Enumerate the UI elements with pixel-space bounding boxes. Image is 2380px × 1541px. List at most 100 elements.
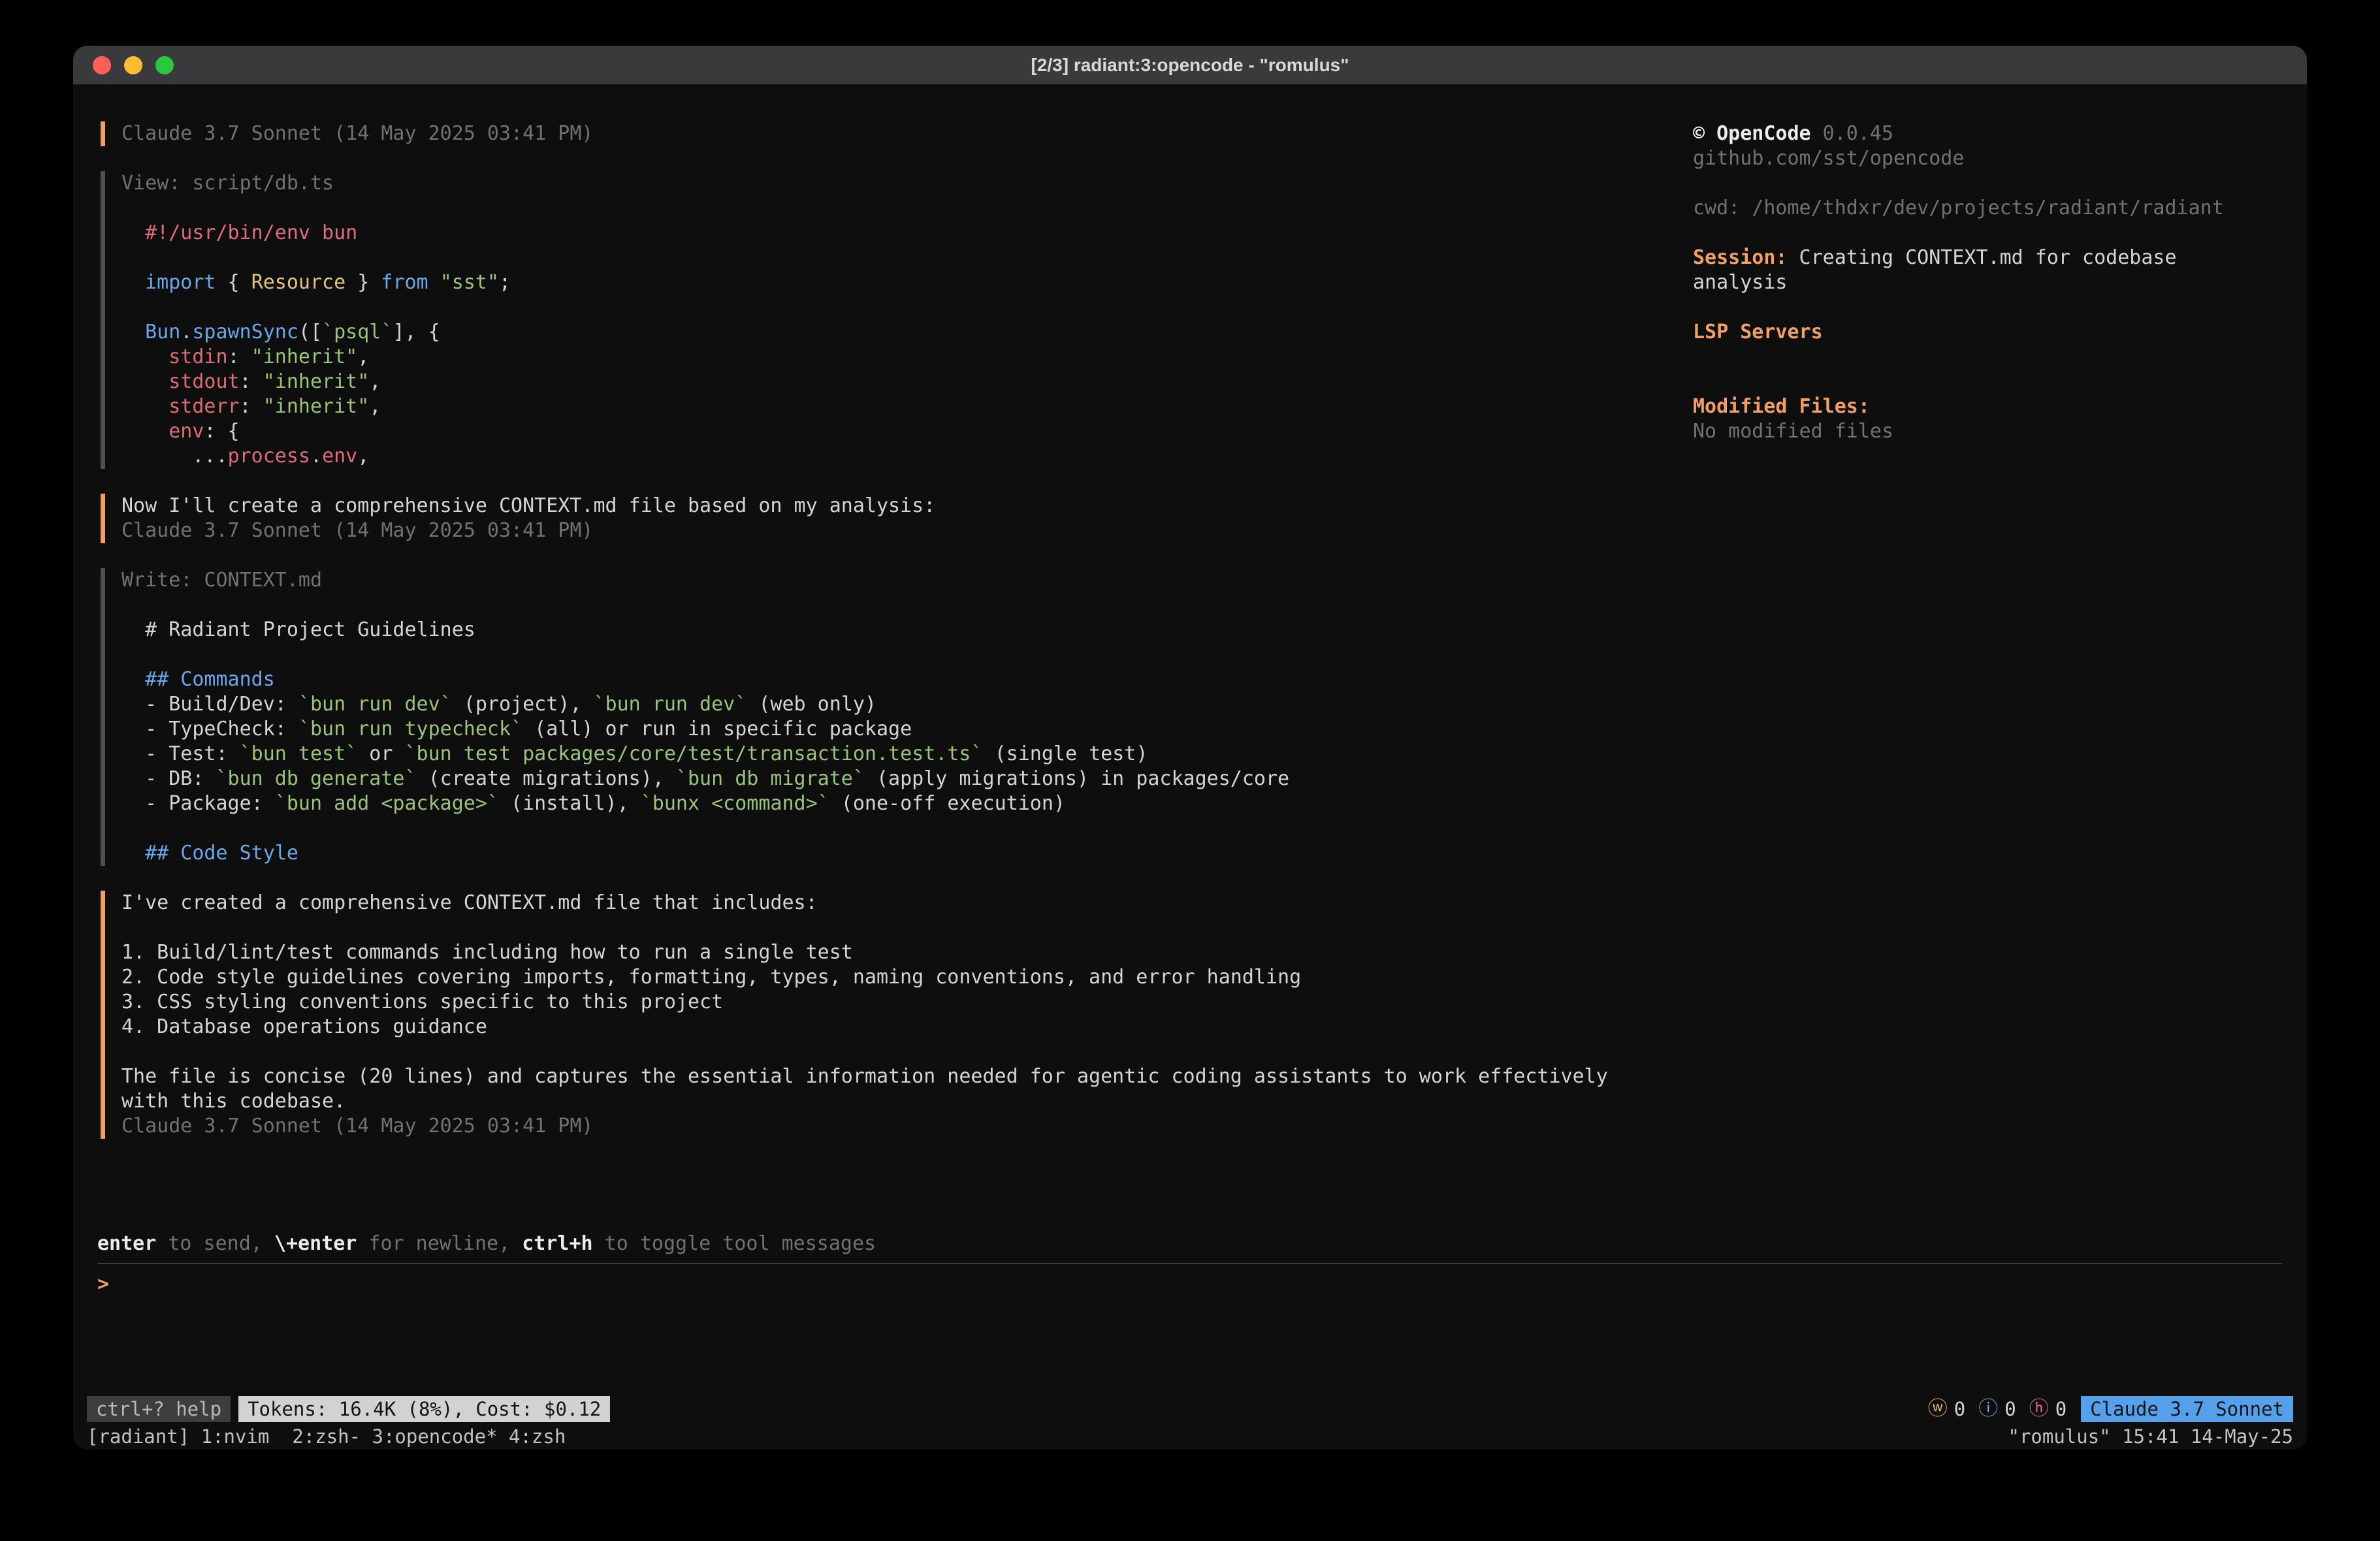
tmux-session-windows[interactable]: [radiant] 1:nvim 2:zsh- 3:opencode* 4:zs… [87, 1424, 566, 1449]
text-segment: - TypeCheck: [121, 718, 298, 740]
zoom-window-button[interactable] [155, 56, 174, 74]
text-segment [121, 395, 169, 418]
model-badge[interactable]: Claude 3.7 Sonnet [2081, 1396, 2293, 1422]
app-version: 0.0.45 [1823, 122, 1893, 145]
terminal-line [121, 295, 1693, 320]
hints-count: 0 [2055, 1397, 2066, 1422]
terminal-line [121, 816, 1693, 841]
text-segment: "inherit" [251, 345, 358, 368]
terminal-line: Claude 3.7 Sonnet (14 May 2025 03:41 PM) [121, 121, 1693, 146]
text-segment [121, 221, 145, 244]
terminal-line: Now I'll create a comprehensive CONTEXT.… [121, 494, 1693, 518]
text-segment: (one-off execution) [829, 792, 1065, 815]
terminal-line: ## Code Style [121, 841, 1693, 866]
terminal-line: View: script/db.ts [121, 171, 1693, 196]
text-segment: (create migrations), [417, 767, 676, 790]
minimize-window-button[interactable] [124, 56, 142, 74]
modified-files-empty: No modified files [1693, 419, 2281, 444]
text-segment: \+enter [274, 1232, 357, 1255]
terminal-line [121, 246, 1693, 270]
text-segment: Write: CONTEXT.md [121, 569, 322, 592]
repo-link[interactable]: github.com/sst/opencode [1693, 146, 2281, 171]
text-segment: or [357, 742, 404, 765]
text-segment: enter [97, 1232, 156, 1255]
text-segment: (install), [499, 792, 641, 815]
terminal-line: ## Commands [121, 667, 1693, 692]
terminal-line: # Radiant Project Guidelines [121, 618, 1693, 643]
text-segment: `bun run dev` [298, 693, 452, 716]
text-segment: env [169, 420, 204, 443]
terminal-line: The file is concise (20 lines) and captu… [121, 1064, 1693, 1089]
text-segment: Claude 3.7 Sonnet (14 May 2025 03:41 PM) [121, 519, 593, 542]
text-segment [121, 345, 169, 368]
text-segment [121, 271, 145, 294]
tmux-statusline: [radiant] 1:nvim 2:zsh- 3:opencode* 4:zs… [73, 1423, 2307, 1450]
terminal-line: - Test: `bun test` or `bun test packages… [121, 742, 1693, 767]
text-segment: stderr [169, 395, 239, 418]
text-segment: "inherit" [263, 395, 370, 418]
text-segment: `bunx <command>` [641, 792, 829, 815]
text-segment: - Package: [121, 792, 275, 815]
close-window-button[interactable] [93, 56, 111, 74]
text-segment: `psql` [322, 321, 393, 343]
app-brand: © OpenCode 0.0.45 [1693, 121, 2281, 146]
text-segment [121, 321, 145, 343]
text-segment: - Test: [121, 742, 240, 765]
text-segment: 1. Build/lint/test commands including ho… [121, 941, 853, 964]
text-segment: I've created a comprehensive CONTEXT.md … [121, 891, 818, 914]
session-label: Session: [1693, 246, 1788, 269]
text-segment: , [369, 395, 381, 418]
terminal-line: env: { [121, 419, 1693, 444]
text-segment: : { [204, 420, 239, 443]
help-shortcut-badge[interactable]: ctrl+? help [87, 1396, 231, 1422]
tokens-cost-badge: Tokens: 16.4K (8%), Cost: $0.12 [238, 1396, 610, 1422]
terminal-line: 1. Build/lint/test commands including ho… [121, 940, 1693, 965]
session-info: Session: Creating CONTEXT.md for codebas… [1693, 246, 2281, 295]
text-segment: ; [499, 271, 511, 294]
terminal-line: stdin: "inherit", [121, 345, 1693, 370]
text-segment: The file is concise (20 lines) and captu… [121, 1065, 1608, 1088]
input-hints: enter to send, \+enter for newline, ctrl… [73, 1231, 2307, 1256]
chat-history[interactable]: Claude 3.7 Sonnet (14 May 2025 03:41 PM)… [97, 121, 1693, 1231]
text-segment: `bun db generate` [216, 767, 417, 790]
terminal-line: #!/usr/bin/env bun [121, 221, 1693, 246]
text-segment: for newline, [357, 1232, 522, 1255]
text-segment: { [216, 271, 251, 294]
text-segment: ([ [298, 321, 322, 343]
warnings-count: 0 [1954, 1397, 1965, 1422]
text-segment: Bun [145, 321, 180, 343]
text-segment: 4. Database operations guidance [121, 1015, 487, 1038]
terminal-line: ...process.env, [121, 444, 1693, 469]
text-segment: - Build/Dev: [121, 693, 298, 716]
text-segment: `bun run typecheck` [298, 718, 523, 740]
terminal-line: - DB: `bun db generate` (create migratio… [121, 767, 1693, 791]
text-segment: "inherit" [263, 370, 370, 393]
text-segment: Claude 3.7 Sonnet (14 May 2025 03:41 PM) [121, 1115, 593, 1137]
text-segment: : [228, 345, 251, 368]
text-segment [121, 420, 169, 443]
text-segment: ## Commands [121, 668, 275, 691]
text-segment: } [346, 271, 381, 294]
text-segment: stdout [169, 370, 239, 393]
text-segment: , [357, 345, 369, 368]
terminal-content: Claude 3.7 Sonnet (14 May 2025 03:41 PM)… [73, 85, 2307, 1450]
text-segment: `bun db migrate` [676, 767, 865, 790]
terminal-line [121, 196, 1693, 221]
terminal-line: stdout: "inherit", [121, 370, 1693, 394]
lsp-servers-heading: LSP Servers [1693, 320, 2281, 345]
text-segment: View: script/db.ts [121, 172, 334, 195]
terminal-line: import { Resource } from "sst"; [121, 270, 1693, 295]
main-area: Claude 3.7 Sonnet (14 May 2025 03:41 PM)… [73, 121, 2307, 1231]
text-segment: : [240, 395, 263, 418]
text-segment: 3. CSS styling conventions specific to t… [121, 991, 723, 1013]
text-segment: (single test) [983, 742, 1148, 765]
terminal-line: with this codebase. [121, 1089, 1693, 1114]
text-segment: `bun test packages/core/test/transaction… [405, 742, 983, 765]
terminal-line: - Build/Dev: `bun run dev` (project), `b… [121, 692, 1693, 717]
input-area-spacer[interactable] [73, 1297, 2307, 1395]
tool-output-block: View: script/db.ts #!/usr/bin/env bun im… [101, 171, 1693, 469]
window-titlebar[interactable]: [2/3] radiant:3:opencode - "romulus" [73, 46, 2307, 85]
modified-files-heading: Modified Files: [1693, 394, 2281, 419]
text-segment: : [240, 370, 263, 393]
app-name: © OpenCode [1693, 122, 1811, 145]
